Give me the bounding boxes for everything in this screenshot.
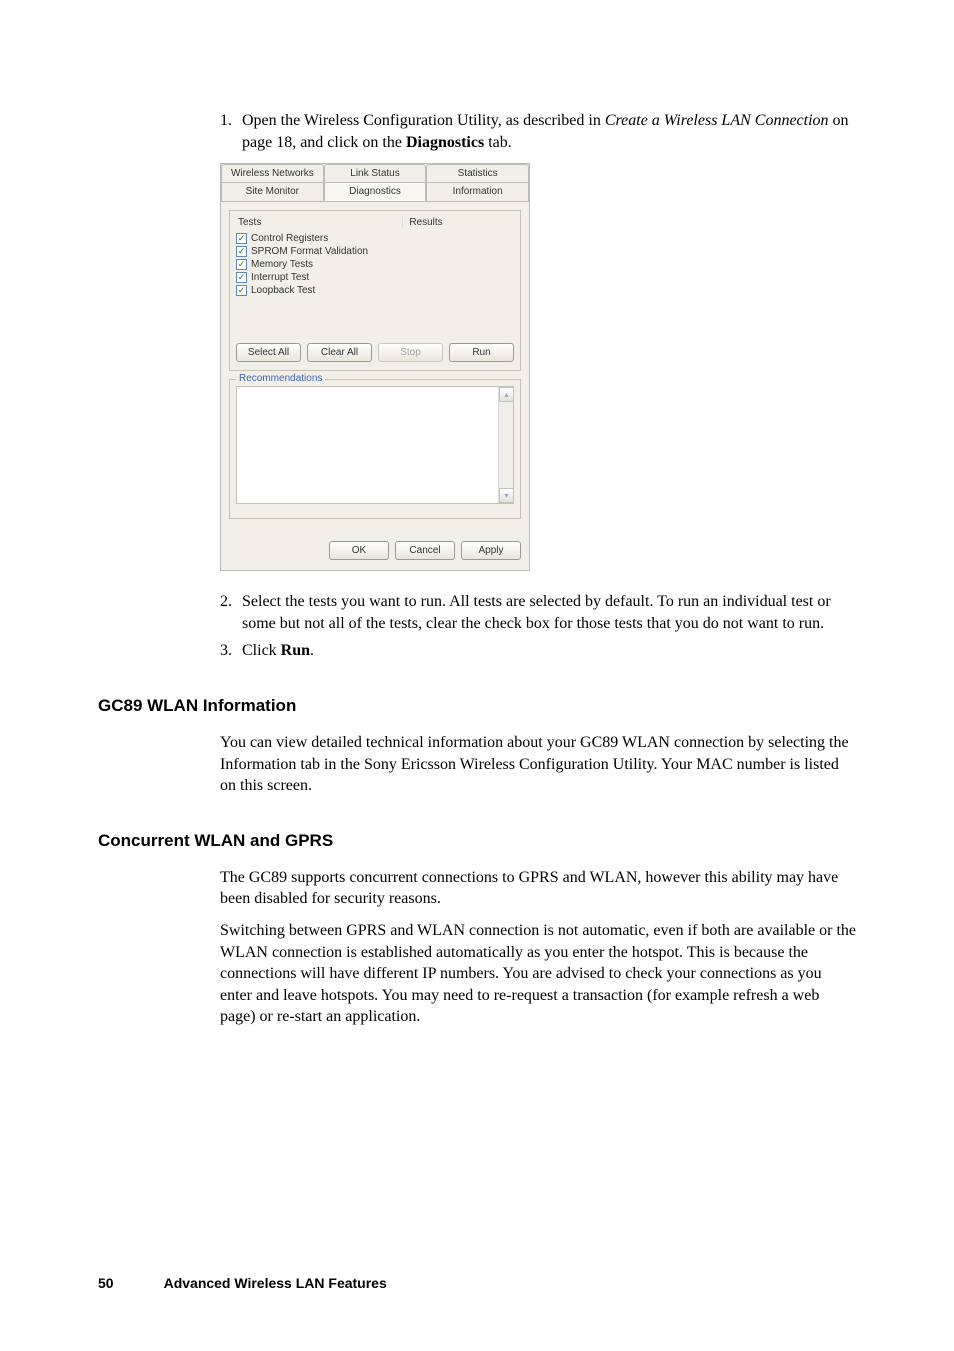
- wlan-info-paragraph: You can view detailed technical informat…: [220, 732, 856, 797]
- tab-link-status[interactable]: Link Status: [324, 164, 427, 182]
- recommendations-textarea[interactable]: ▴ ▾: [236, 386, 514, 504]
- checkbox-icon[interactable]: ✓: [236, 272, 247, 283]
- test-control-registers[interactable]: ✓ Control Registers: [236, 232, 514, 245]
- test-sprom-format[interactable]: ✓ SPROM Format Validation: [236, 245, 514, 258]
- tab-wireless-networks[interactable]: Wireless Networks: [221, 164, 324, 182]
- step-1-bold: Diagnostics: [406, 134, 484, 151]
- stop-button[interactable]: Stop: [378, 343, 443, 362]
- clear-all-button[interactable]: Clear All: [307, 343, 372, 362]
- test-memory[interactable]: ✓ Memory Tests: [236, 258, 514, 271]
- select-all-button[interactable]: Select All: [236, 343, 301, 362]
- step-2-num: 2.: [220, 591, 242, 634]
- step-2: 2. Select the tests you want to run. All…: [220, 591, 856, 634]
- tab-statistics[interactable]: Statistics: [426, 164, 529, 182]
- step-3-post: .: [310, 642, 314, 659]
- dialog-body: Tests Results ✓ Control Registers ✓ SPRO…: [221, 201, 529, 535]
- step-3: 3. Click Run.: [220, 640, 856, 662]
- test-label: Control Registers: [251, 233, 328, 244]
- step-1: 1. Open the Wireless Configuration Utili…: [220, 110, 856, 153]
- tab-row-1: Wireless Networks Link Status Statistics: [221, 164, 529, 182]
- scrollbar[interactable]: ▴ ▾: [498, 387, 513, 503]
- tab-site-monitor[interactable]: Site Monitor: [221, 182, 324, 201]
- cancel-button[interactable]: Cancel: [395, 541, 455, 560]
- step-3-text: Click Run.: [242, 640, 856, 662]
- page-footer: 50 Advanced Wireless LAN Features: [98, 1275, 387, 1291]
- step-3-bold: Run: [281, 642, 310, 659]
- heading-wlan-info: GC89 WLAN Information: [98, 696, 856, 716]
- concurrent-p2: Switching between GPRS and WLAN connecti…: [220, 920, 856, 1028]
- tab-information[interactable]: Information: [426, 182, 529, 201]
- test-loopback[interactable]: ✓ Loopback Test: [236, 284, 514, 297]
- recommendations-label: Recommendations: [236, 373, 325, 384]
- test-label: Interrupt Test: [251, 272, 309, 283]
- checkbox-icon[interactable]: ✓: [236, 246, 247, 257]
- diagnostics-dialog: Wireless Networks Link Status Statistics…: [220, 163, 530, 571]
- test-label: Memory Tests: [251, 259, 313, 270]
- step-2-text: Select the tests you want to run. All te…: [242, 591, 856, 634]
- step-1-pre: Open the Wireless Configuration Utility,…: [242, 112, 605, 129]
- checkbox-icon[interactable]: ✓: [236, 233, 247, 244]
- dialog-footer: OK Cancel Apply: [221, 535, 529, 570]
- step-1-link: Create a Wireless LAN Connection: [605, 112, 829, 129]
- step-1-text: Open the Wireless Configuration Utility,…: [242, 110, 856, 153]
- run-button[interactable]: Run: [449, 343, 514, 362]
- heading-concurrent: Concurrent WLAN and GPRS: [98, 831, 856, 851]
- test-interrupt[interactable]: ✓ Interrupt Test: [236, 271, 514, 284]
- tab-row-2: Site Monitor Diagnostics Information: [221, 182, 529, 201]
- scroll-up-icon[interactable]: ▴: [499, 387, 514, 402]
- ok-button[interactable]: OK: [329, 541, 389, 560]
- test-label: Loopback Test: [251, 285, 315, 296]
- test-label: SPROM Format Validation: [251, 246, 368, 257]
- step-1-num: 1.: [220, 110, 242, 153]
- footer-title: Advanced Wireless LAN Features: [164, 1275, 387, 1291]
- tests-groupbox: Tests Results ✓ Control Registers ✓ SPRO…: [229, 210, 521, 371]
- step-3-num: 3.: [220, 640, 242, 662]
- concurrent-p1: The GC89 supports concurrent connections…: [220, 867, 856, 910]
- recommendations-groupbox: Recommendations ▴ ▾: [229, 379, 521, 519]
- scroll-down-icon[interactable]: ▾: [499, 488, 514, 503]
- tab-diagnostics[interactable]: Diagnostics: [324, 182, 427, 201]
- checkbox-icon[interactable]: ✓: [236, 285, 247, 296]
- step-3-pre: Click: [242, 642, 281, 659]
- apply-button[interactable]: Apply: [461, 541, 521, 560]
- page-number: 50: [98, 1275, 114, 1291]
- results-header: Results: [402, 217, 512, 228]
- step-1-post: tab.: [484, 134, 512, 151]
- tests-header: Tests: [238, 217, 402, 228]
- checkbox-icon[interactable]: ✓: [236, 259, 247, 270]
